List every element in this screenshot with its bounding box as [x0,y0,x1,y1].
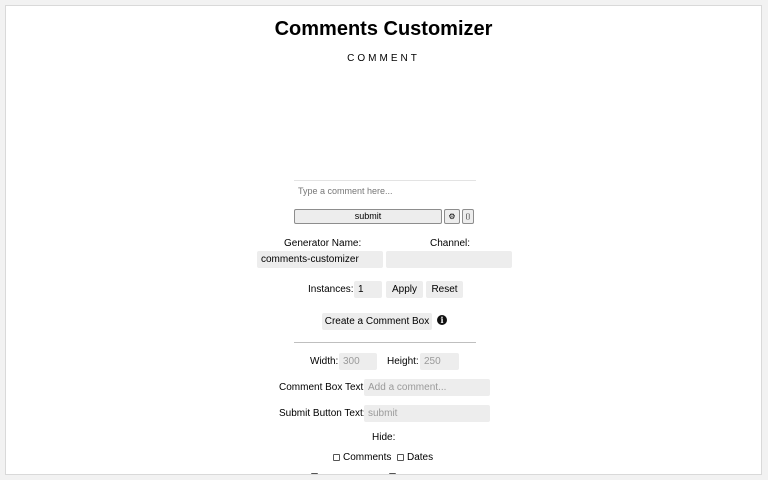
generator-name-input[interactable] [257,251,383,268]
divider [294,342,476,343]
comment-heading: COMMENT [347,53,420,64]
instances-input[interactable] [354,281,382,298]
instances-label: Instances: [308,284,354,295]
channel-input[interactable] [386,251,512,268]
hide-label: Hide: [372,432,396,443]
hide-option-checkbox-4[interactable] [389,473,396,474]
page-title: Comments Customizer [274,18,493,40]
height-input[interactable] [420,353,459,370]
hide-dates-label: Dates [407,452,434,463]
submit-button[interactable]: submit [294,209,442,224]
submit-button-text-label: Submit Button Text: [279,408,366,419]
comment-box-text-label: Comment Box Text: [279,382,367,393]
submit-button-text-input[interactable] [364,405,490,422]
app-frame: Comments Customizer COMMENT submit ⚙ ⌷ G… [5,5,762,475]
apply-button[interactable]: Apply [386,281,423,298]
height-label: Height: [387,356,419,367]
hide-option-checkbox-3[interactable] [311,473,318,474]
hide-comments-label: Comments [343,452,392,463]
reset-button[interactable]: Reset [426,281,463,298]
generator-name-label: Generator Name: [284,238,362,249]
comment-box-text-input[interactable] [364,379,490,396]
menu-icon: ⌷ [465,212,471,221]
info-icon[interactable]: i [437,315,447,325]
create-comment-box-button[interactable]: Create a Comment Box [322,313,432,330]
channel-label: Channel: [430,238,471,249]
hide-dates-checkbox[interactable] [397,454,404,461]
width-input[interactable] [339,353,377,370]
comment-input[interactable] [294,180,476,200]
options-button[interactable]: ⌷ [462,209,474,224]
width-label: Width: [310,356,339,367]
settings-button[interactable]: ⚙ [444,209,460,224]
hide-comments-checkbox[interactable] [333,454,340,461]
gear-icon: ⚙ [448,212,456,221]
